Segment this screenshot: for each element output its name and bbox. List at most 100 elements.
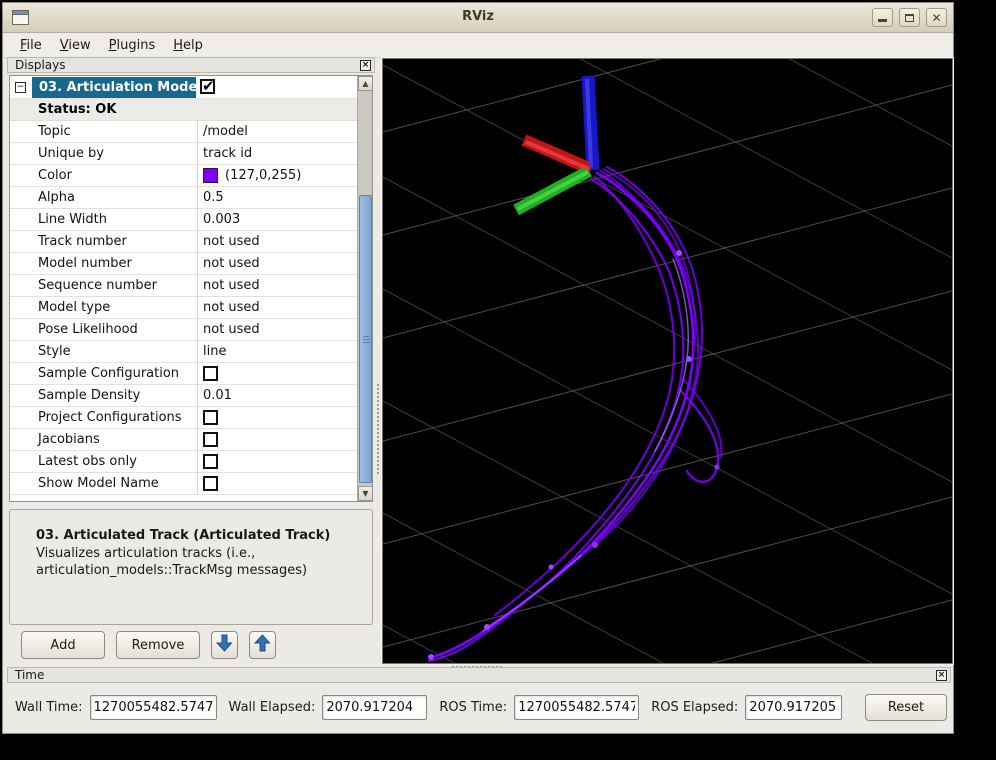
- remove-button[interactable]: Remove: [116, 631, 200, 659]
- menu-help[interactable]: Help: [164, 36, 212, 55]
- property-row[interactable]: Project Configurations: [10, 407, 357, 429]
- property-row[interactable]: Model type not used: [10, 297, 357, 319]
- time-field-input[interactable]: [745, 694, 843, 720]
- move-down-button[interactable]: [211, 631, 238, 659]
- property-row[interactable]: Alpha 0.5: [10, 187, 357, 209]
- time-field: Wall Elapsed:: [228, 694, 428, 720]
- 3d-viewport[interactable]: [381, 57, 954, 665]
- property-label: Jacobians: [10, 429, 198, 450]
- time-field-input[interactable]: [322, 694, 428, 720]
- property-label: Unique by: [10, 143, 198, 164]
- property-value[interactable]: not used: [198, 275, 357, 296]
- property-row[interactable]: Track number not used: [10, 231, 357, 253]
- property-tree: − 03. Articulation Mode Status: OK Topic…: [9, 75, 373, 502]
- scrollbar-thumb[interactable]: [359, 195, 372, 483]
- property-row[interactable]: Model number not used: [10, 253, 357, 275]
- scroll-up-icon[interactable]: ▲: [358, 76, 372, 91]
- property-label: Project Configurations: [10, 407, 198, 428]
- property-row[interactable]: Line Width 0.003: [10, 209, 357, 231]
- menu-view[interactable]: View: [51, 36, 100, 55]
- property-value[interactable]: [198, 473, 357, 494]
- property-row[interactable]: Color (127,0,255): [10, 165, 357, 187]
- time-field: ROS Elapsed:: [651, 694, 843, 720]
- property-value[interactable]: track id: [198, 143, 357, 164]
- scroll-down-icon[interactable]: ▼: [358, 486, 372, 501]
- property-label: Alpha: [10, 187, 198, 208]
- property-label: Latest obs only: [10, 451, 198, 472]
- time-field-input[interactable]: [89, 694, 217, 720]
- add-button[interactable]: Add: [21, 631, 105, 659]
- reset-button[interactable]: Reset: [865, 693, 947, 721]
- property-row[interactable]: Latest obs only: [10, 451, 357, 473]
- display-item-name[interactable]: 03. Articulation Mode: [32, 77, 196, 98]
- property-label: Show Model Name: [10, 473, 198, 494]
- property-checkbox[interactable]: [203, 410, 218, 425]
- property-row[interactable]: Show Model Name: [10, 473, 357, 495]
- window-title: RViz: [462, 9, 494, 24]
- property-value[interactable]: line: [198, 341, 357, 362]
- property-row[interactable]: Style line: [10, 341, 357, 363]
- display-item-row[interactable]: − 03. Articulation Mode: [10, 76, 357, 99]
- property-row[interactable]: Pose Likelihood not used: [10, 319, 357, 341]
- property-row[interactable]: Jacobians: [10, 429, 357, 451]
- time-fields: Wall Time: Wall Elapsed: ROS Time: ROS Elap…: [15, 693, 947, 721]
- time-field-label: ROS Elapsed:: [651, 699, 739, 715]
- time-panel-header[interactable]: Time ×: [7, 667, 951, 683]
- property-label: Pose Likelihood: [10, 319, 198, 340]
- property-value[interactable]: [198, 363, 357, 384]
- minimize-button[interactable]: [872, 8, 893, 27]
- display-enabled-checkbox[interactable]: [200, 77, 215, 95]
- property-checkbox[interactable]: [203, 432, 218, 447]
- property-row[interactable]: Sample Density 0.01: [10, 385, 357, 407]
- menu-plugins[interactable]: Plugins: [100, 36, 165, 55]
- description-title: 03. Articulated Track (Articulated Track…: [36, 528, 331, 543]
- property-checkbox[interactable]: [203, 366, 218, 381]
- close-button[interactable]: ✕: [926, 8, 947, 27]
- menu-file[interactable]: File: [11, 36, 51, 55]
- maximize-button[interactable]: [899, 8, 920, 27]
- property-value[interactable]: (127,0,255): [198, 165, 357, 186]
- menu-bar: File View Plugins Help: [3, 34, 953, 58]
- description-box: 03. Articulated Track (Articulated Track…: [9, 509, 373, 625]
- tree-scrollbar[interactable]: ▲ ▼: [357, 76, 372, 501]
- time-field-input[interactable]: [514, 694, 640, 720]
- move-up-button[interactable]: [249, 631, 276, 659]
- property-value[interactable]: not used: [198, 231, 357, 252]
- rviz-window: RViz ✕ File View Plugins Help Displays ×: [2, 2, 954, 734]
- collapse-icon[interactable]: −: [15, 82, 26, 93]
- property-value[interactable]: 0.003: [198, 209, 357, 230]
- property-label: Sample Density: [10, 385, 198, 406]
- property-row[interactable]: Unique by track id: [10, 143, 357, 165]
- property-row[interactable]: Sample Configuration: [10, 363, 357, 385]
- desktop: RViz ✕ File View Plugins Help Displays ×: [0, 0, 996, 760]
- property-row[interactable]: Sequence number not used: [10, 275, 357, 297]
- time-field-label: Wall Elapsed:: [228, 699, 316, 715]
- property-label: Model type: [10, 297, 198, 318]
- property-value[interactable]: [198, 407, 357, 428]
- time-close-icon[interactable]: ×: [936, 670, 947, 681]
- property-value[interactable]: /model: [198, 121, 357, 142]
- property-checkbox[interactable]: [203, 476, 218, 491]
- property-value[interactable]: not used: [198, 319, 357, 340]
- property-checkbox[interactable]: [203, 454, 218, 469]
- property-value[interactable]: not used: [198, 253, 357, 274]
- displays-panel-title: Displays: [15, 58, 66, 72]
- property-value[interactable]: not used: [198, 297, 357, 318]
- property-value[interactable]: [198, 451, 357, 472]
- title-bar[interactable]: RViz ✕: [3, 3, 953, 33]
- property-label: Sequence number: [10, 275, 198, 296]
- description-line: articulation_models::TrackMsg messages): [36, 563, 308, 578]
- color-swatch[interactable]: [203, 168, 218, 183]
- property-value[interactable]: 0.01: [198, 385, 357, 406]
- arrow-down-icon: [215, 634, 233, 652]
- displays-panel-header[interactable]: Displays ×: [7, 57, 375, 73]
- property-value[interactable]: [198, 429, 357, 450]
- color-value: (127,0,255): [225, 167, 302, 183]
- displays-close-icon[interactable]: ×: [360, 60, 371, 71]
- property-row[interactable]: Topic/model: [10, 121, 357, 143]
- vertical-splitter[interactable]: [376, 383, 381, 475]
- time-field-label: Wall Time:: [15, 699, 83, 715]
- property-label: Style: [10, 341, 198, 362]
- property-value[interactable]: 0.5: [198, 187, 357, 208]
- time-field-label: ROS Time:: [439, 699, 508, 715]
